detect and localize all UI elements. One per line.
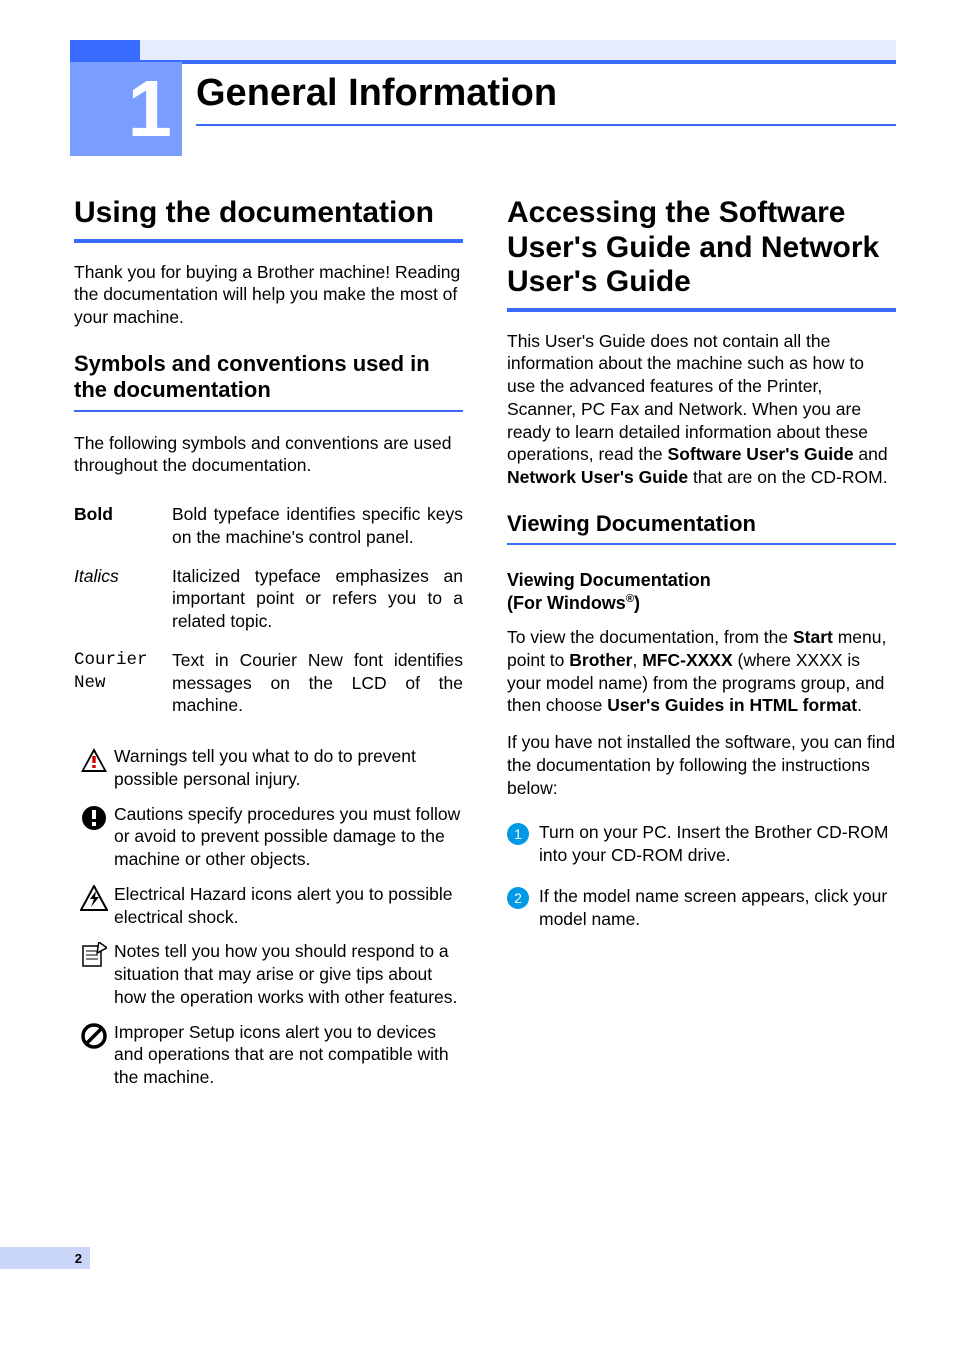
right-column: Accessing the Software User's Guide and … — [507, 196, 896, 1101]
symbol-row: Cautions specify procedures you must fol… — [74, 803, 463, 871]
symbol-text: Improper Setup icons alert you to device… — [114, 1021, 463, 1089]
symbol-row: Notes tell you how you should respond to… — [74, 940, 463, 1008]
subsection-heading-viewing-doc: Viewing Documentation — [507, 511, 896, 537]
convention-row: Courier New Text in Courier New font ide… — [74, 649, 463, 717]
network-users-guide-label: Network User's Guide — [507, 467, 688, 487]
section-heading-using-documentation: Using the documentation — [74, 196, 463, 231]
convention-term-italics: Italics — [74, 565, 172, 633]
caution-icon — [74, 803, 114, 831]
minor-heading-viewing-windows: Viewing Documentation (For Windows®) — [507, 569, 896, 614]
symbol-row: Electrical Hazard icons alert you to pos… — [74, 883, 463, 929]
page: 1 General Information Using the document… — [0, 0, 954, 1351]
intro-text: Thank you for buying a Brother machine! … — [74, 261, 463, 329]
subsection-rule — [74, 410, 463, 412]
viewing-doc-p2: If you have not installed the software, … — [507, 731, 896, 799]
mfc-model-label: MFC-XXXX — [642, 650, 732, 670]
symbol-row: Improper Setup icons alert you to device… — [74, 1021, 463, 1089]
note-icon — [74, 940, 114, 968]
header-accent-box — [70, 40, 140, 62]
convention-def: Text in Courier New font identifies mess… — [172, 649, 463, 717]
step-row: 2 If the model name screen appears, clic… — [507, 885, 896, 931]
symbol-row: Warnings tell you what to do to prevent … — [74, 745, 463, 791]
step-text: If the model name screen appears, click … — [539, 885, 896, 931]
chapter-number: 1 — [70, 62, 182, 156]
start-menu-label: Start — [793, 627, 833, 647]
users-guides-html-label: User's Guides in HTML format — [607, 695, 857, 715]
left-column: Using the documentation Thank you for bu… — [74, 196, 463, 1101]
symbol-text: Electrical Hazard icons alert you to pos… — [114, 883, 463, 929]
convention-def: Italicized typeface emphasizes an import… — [172, 565, 463, 633]
section-rule — [507, 308, 896, 312]
convention-row: Bold Bold typeface identifies specific k… — [74, 503, 463, 549]
section-rule — [74, 239, 463, 243]
chapter-rule — [196, 124, 896, 126]
subsection-rule — [507, 543, 896, 545]
convention-row: Italics Italicized typeface emphasizes a… — [74, 565, 463, 633]
symbol-text: Notes tell you how you should respond to… — [114, 940, 463, 1008]
page-number: 2 — [0, 1247, 90, 1269]
convention-term-courier: Courier New — [74, 649, 172, 717]
convention-term-bold: Bold — [74, 503, 172, 549]
step-row: 1 Turn on your PC. Insert the Brother CD… — [507, 821, 896, 867]
symbol-text: Warnings tell you what to do to prevent … — [114, 745, 463, 791]
chapter-title: General Information — [196, 72, 557, 115]
brother-label: Brother — [569, 650, 632, 670]
warning-icon — [74, 745, 114, 773]
content-columns: Using the documentation Thank you for bu… — [74, 196, 896, 1101]
convention-def: Bold typeface identifies specific keys o… — [172, 503, 463, 549]
electrical-hazard-icon — [74, 883, 114, 911]
section-heading-accessing-guides: Accessing the Software User's Guide and … — [507, 196, 896, 300]
step-number-badge: 1 — [507, 821, 539, 845]
viewing-doc-p1: To view the documentation, from the Star… — [507, 626, 896, 717]
registered-trademark-icon: ® — [626, 593, 634, 605]
header-underline — [140, 60, 896, 64]
header-bar — [0, 40, 954, 62]
accessing-intro-text: This User's Guide does not contain all t… — [507, 330, 896, 489]
subsection-heading-symbols: Symbols and conventions used in the docu… — [74, 351, 463, 404]
step-number-badge: 2 — [507, 885, 539, 909]
conventions-intro: The following symbols and conventions ar… — [74, 432, 463, 478]
symbol-text: Cautions specify procedures you must fol… — [114, 803, 463, 871]
software-users-guide-label: Software User's Guide — [668, 444, 854, 464]
improper-setup-icon — [74, 1021, 114, 1049]
header-light-strip — [140, 40, 896, 62]
step-text: Turn on your PC. Insert the Brother CD-R… — [539, 821, 896, 867]
